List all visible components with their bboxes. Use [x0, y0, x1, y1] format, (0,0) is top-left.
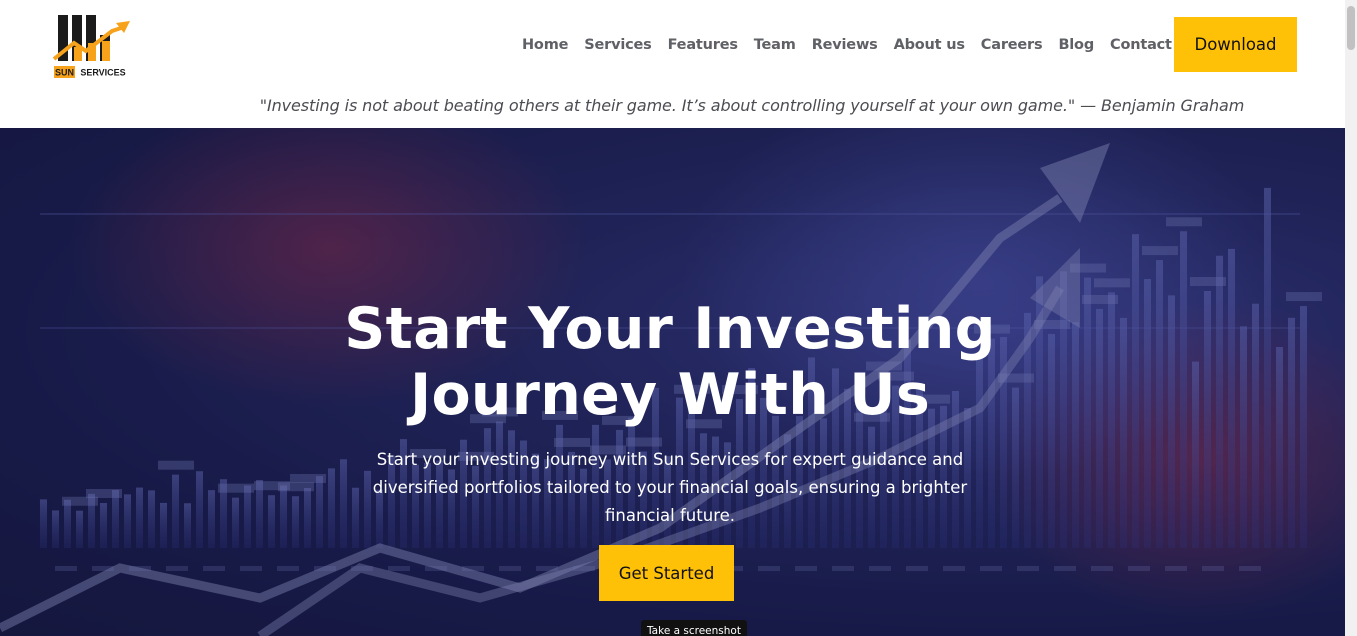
main-nav: Home Services Features Team Reviews Abou… — [514, 35, 1203, 55]
hero-section: Start Your Investing Journey With Us Sta… — [0, 128, 1345, 636]
scrollbar-thumb[interactable] — [1347, 6, 1355, 50]
hero-description: Start your investing journey with Sun Se… — [372, 450, 968, 525]
get-started-button[interactable]: Get Started — [599, 545, 734, 601]
screenshot-tooltip: Take a screenshot — [641, 620, 747, 636]
logo-services-text: SERVICES — [80, 68, 125, 78]
nav-about-us[interactable]: About us — [894, 37, 965, 53]
nav-reviews[interactable]: Reviews — [812, 37, 878, 53]
hero-title: Start Your Investing Journey With Us — [0, 296, 1340, 428]
logo-chart-icon: SUN SERVICES — [52, 15, 130, 78]
nav-home[interactable]: Home — [522, 37, 568, 53]
header-quote: "Investing is not about beating others a… — [259, 96, 1245, 115]
nav-blog[interactable]: Blog — [1058, 37, 1094, 53]
nav-features[interactable]: Features — [668, 37, 738, 53]
download-button[interactable]: Download — [1174, 17, 1297, 72]
logo-sun-text: SUN — [55, 68, 74, 78]
nav-services[interactable]: Services — [584, 37, 652, 53]
sun-services-logo[interactable]: SUN SERVICES — [52, 13, 132, 79]
page-scrollbar[interactable] — [1345, 0, 1357, 636]
hero-title-line2: Journey With Us — [409, 362, 931, 428]
nav-careers[interactable]: Careers — [981, 37, 1043, 53]
site-header: SUN SERVICES Home Services Features Team… — [0, 0, 1345, 128]
hero-title-line1: Start Your Investing — [344, 296, 996, 362]
nav-team[interactable]: Team — [754, 37, 796, 53]
